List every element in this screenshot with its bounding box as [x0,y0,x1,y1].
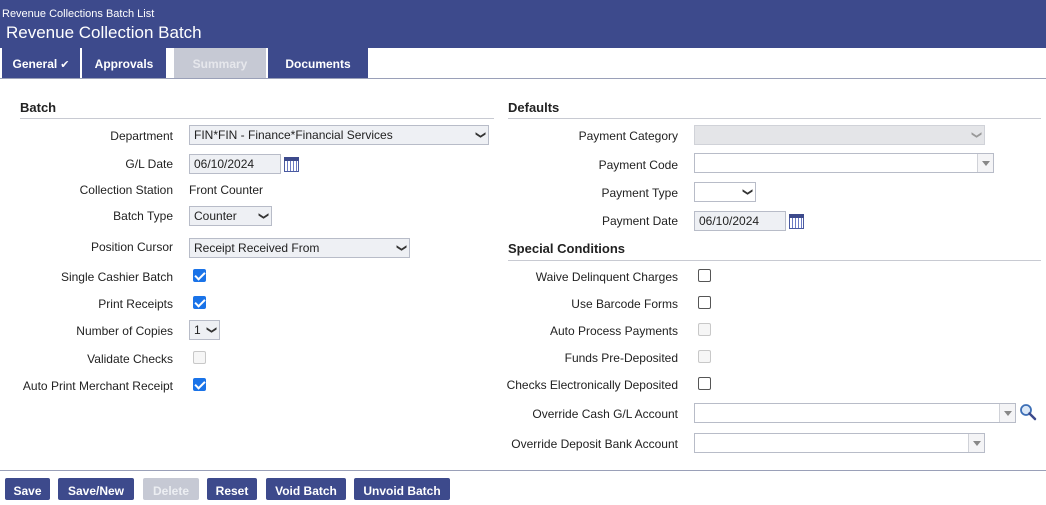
funds-label: Funds Pre-Deposited [564,351,678,365]
chevron-down-icon: ❯ [741,187,753,197]
dropdown-arrow-icon[interactable] [999,404,1015,422]
tab-summary-label: Summary [192,57,248,71]
batch-section-divider [20,118,494,119]
validate-checks-label: Validate Checks [87,352,173,366]
gl-date-input[interactable]: 06/10/2024 [189,154,281,174]
page-title: Revenue Collection Batch [6,23,202,42]
payment-category-select: ❯ [694,125,985,145]
department-select[interactable]: FIN*FIN - Finance*Financial Services ❯ [189,125,489,145]
payment-date-value: 06/10/2024 [699,214,760,228]
unvoid-batch-button[interactable]: Unvoid Batch [354,478,450,500]
checkmark-icon: ✔ [60,59,70,71]
barcode-label: Use Barcode Forms [571,297,678,311]
collection-station-value: Front Counter [189,183,264,197]
tab-summary: Summary [174,48,266,78]
copies-label: Number of Copies [76,324,173,338]
position-cursor-select[interactable]: Receipt Received From ❯ [189,238,410,258]
footer-divider [0,470,1046,471]
tab-approvals[interactable]: Approvals [82,48,166,78]
copies-value: 1 [194,323,201,337]
search-icon[interactable] [1019,403,1037,421]
funds-checkbox [698,350,711,363]
auto-print-label: Auto Print Merchant Receipt [22,379,173,393]
batch-type-value: Counter [194,209,237,223]
auto-process-checkbox [698,323,711,336]
tab-approvals-label: Approvals [94,57,154,71]
print-receipts-checkbox[interactable] [193,296,206,309]
single-cashier-label: Single Cashier Batch [60,270,173,284]
calendar-icon[interactable] [284,157,299,172]
batch-section-title: Batch [20,100,57,115]
dropdown-arrow-icon[interactable] [968,434,984,452]
special-section-title: Special Conditions [508,241,626,256]
single-cashier-checkbox[interactable] [193,269,206,282]
payment-category-label: Payment Category [578,129,678,143]
validate-checks-checkbox [193,351,206,364]
defaults-section-title: Defaults [508,100,560,115]
breadcrumb-link[interactable]: Revenue Collections Batch List [2,8,154,20]
waive-checkbox[interactable] [698,269,711,282]
gl-date-value: 06/10/2024 [194,157,255,171]
app-header: Revenue Collections Batch List Revenue C… [0,0,1046,48]
tab-general[interactable]: General ✔ [2,48,80,78]
tab-general-label: General [12,57,58,71]
chevron-down-icon: ❯ [257,211,269,221]
tab-documents[interactable]: Documents [268,48,368,78]
tab-bar: General ✔ Approvals Summary Documents [0,48,1046,79]
void-batch-button[interactable]: Void Batch [266,478,346,500]
checks-label: Checks Electronically Deposited [506,378,678,392]
special-section-divider [508,260,1041,261]
override-bank-combo[interactable] [694,433,985,453]
waive-label: Waive Delinquent Charges [535,270,678,284]
batch-type-select[interactable]: Counter ❯ [189,206,272,226]
copies-select[interactable]: 1 ❯ [189,320,220,340]
payment-date-label: Payment Date [601,214,678,228]
position-cursor-label: Position Cursor [90,240,173,254]
payment-type-select[interactable]: ❯ [694,182,756,202]
defaults-section-divider [508,118,1041,119]
batch-type-label: Batch Type [113,209,173,223]
delete-button: Delete [143,478,199,500]
tab-documents-label: Documents [285,57,351,71]
collection-station-label: Collection Station [79,183,173,197]
auto-print-checkbox[interactable] [193,378,206,391]
payment-code-label: Payment Code [598,158,678,172]
checks-checkbox[interactable] [698,377,711,390]
override-cash-combo[interactable] [694,403,1016,423]
override-bank-label: Override Deposit Bank Account [511,437,678,451]
save-new-button[interactable]: Save/New [58,478,134,500]
print-receipts-label: Print Receipts [98,297,173,311]
chevron-down-icon: ❯ [395,243,407,253]
department-value: FIN*FIN - Finance*Financial Services [194,128,393,142]
auto-process-label: Auto Process Payments [549,324,678,338]
payment-type-label: Payment Type [601,186,679,200]
barcode-checkbox[interactable] [698,296,711,309]
override-cash-label: Override Cash G/L Account [532,407,678,421]
calendar-icon[interactable] [789,214,804,229]
chevron-down-icon: ❯ [970,130,982,140]
reset-button[interactable]: Reset [207,478,257,500]
payment-code-combo[interactable] [694,153,994,173]
position-cursor-value: Receipt Received From [194,241,320,255]
chevron-down-icon: ❯ [474,130,486,140]
gl-date-label: G/L Date [125,157,173,171]
chevron-down-icon: ❯ [205,325,217,335]
save-button[interactable]: Save [5,478,50,500]
payment-date-input[interactable]: 06/10/2024 [694,211,786,231]
dropdown-arrow-icon[interactable] [977,154,993,172]
department-label: Department [110,129,173,143]
